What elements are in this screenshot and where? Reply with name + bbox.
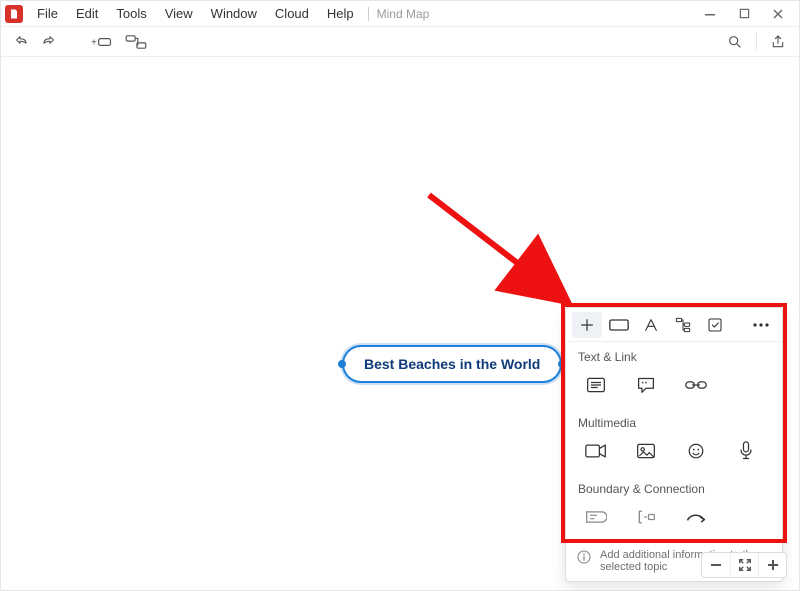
insert-relationship-button[interactable] (678, 502, 714, 532)
insert-audio-button[interactable] (728, 436, 764, 466)
zoom-bar (701, 552, 787, 578)
insert-boundary-button[interactable] (578, 502, 614, 532)
toolbar: + (1, 27, 799, 57)
search-button[interactable] (722, 30, 748, 54)
toolbar-separator (756, 33, 757, 51)
add-topic-button[interactable]: + (89, 30, 115, 54)
redo-button[interactable] (35, 30, 61, 54)
main-menu: File Edit Tools View Window Cloud Help (29, 3, 362, 24)
window-close-button[interactable] (761, 2, 795, 26)
window-minimize-button[interactable] (693, 2, 727, 26)
menu-help[interactable]: Help (319, 3, 362, 24)
node-handle-left[interactable] (338, 360, 346, 368)
insert-comment-button[interactable] (628, 370, 664, 400)
insert-note-button[interactable] (578, 370, 614, 400)
panel-tab-task[interactable] (700, 312, 730, 338)
menu-tools[interactable]: Tools (108, 3, 154, 24)
menu-separator (368, 7, 369, 21)
info-icon (576, 549, 592, 565)
add-subtopic-button[interactable] (123, 30, 149, 54)
menu-file[interactable]: File (29, 3, 66, 24)
menu-view[interactable]: View (157, 3, 201, 24)
insert-hyperlink-button[interactable] (678, 370, 714, 400)
section-title-boundary-connection: Boundary & Connection (578, 482, 770, 496)
panel-tab-text[interactable] (636, 312, 666, 338)
titlebar: File Edit Tools View Window Cloud Help M… (1, 1, 799, 27)
section-title-text-link: Text & Link (578, 350, 770, 364)
panel-section-multimedia: Multimedia (566, 408, 782, 474)
insert-summary-button[interactable] (628, 502, 664, 532)
panel-section-text-link: Text & Link (566, 342, 782, 408)
panel-tab-more[interactable] (746, 312, 776, 338)
insert-video-button[interactable] (578, 436, 614, 466)
root-topic-label: Best Beaches in the World (364, 356, 540, 372)
panel-tab-structure[interactable] (668, 312, 698, 338)
canvas[interactable]: Best Beaches in the World (1, 57, 799, 562)
panel-tab-insert[interactable] (572, 312, 602, 338)
menu-cloud[interactable]: Cloud (267, 3, 317, 24)
menu-edit[interactable]: Edit (68, 3, 106, 24)
menu-window[interactable]: Window (203, 3, 265, 24)
panel-tab-strip (566, 308, 782, 342)
zoom-in-button[interactable] (758, 553, 786, 577)
annotation-arrow (419, 185, 599, 325)
svg-text:+: + (91, 37, 97, 48)
section-title-multimedia: Multimedia (578, 416, 770, 430)
app-icon (5, 5, 23, 23)
undo-button[interactable] (9, 30, 35, 54)
root-topic-node[interactable]: Best Beaches in the World (342, 345, 562, 383)
document-title: Mind Map (375, 7, 430, 21)
window-maximize-button[interactable] (727, 2, 761, 26)
panel-tab-shape[interactable] (604, 312, 634, 338)
insert-image-button[interactable] (628, 436, 664, 466)
share-button[interactable] (765, 30, 791, 54)
insert-panel: Text & Link Multimedia (565, 307, 783, 582)
panel-section-boundary-connection: Boundary & Connection (566, 474, 782, 540)
insert-emoji-button[interactable] (678, 436, 714, 466)
zoom-fit-button[interactable] (730, 553, 758, 577)
zoom-out-button[interactable] (702, 553, 730, 577)
